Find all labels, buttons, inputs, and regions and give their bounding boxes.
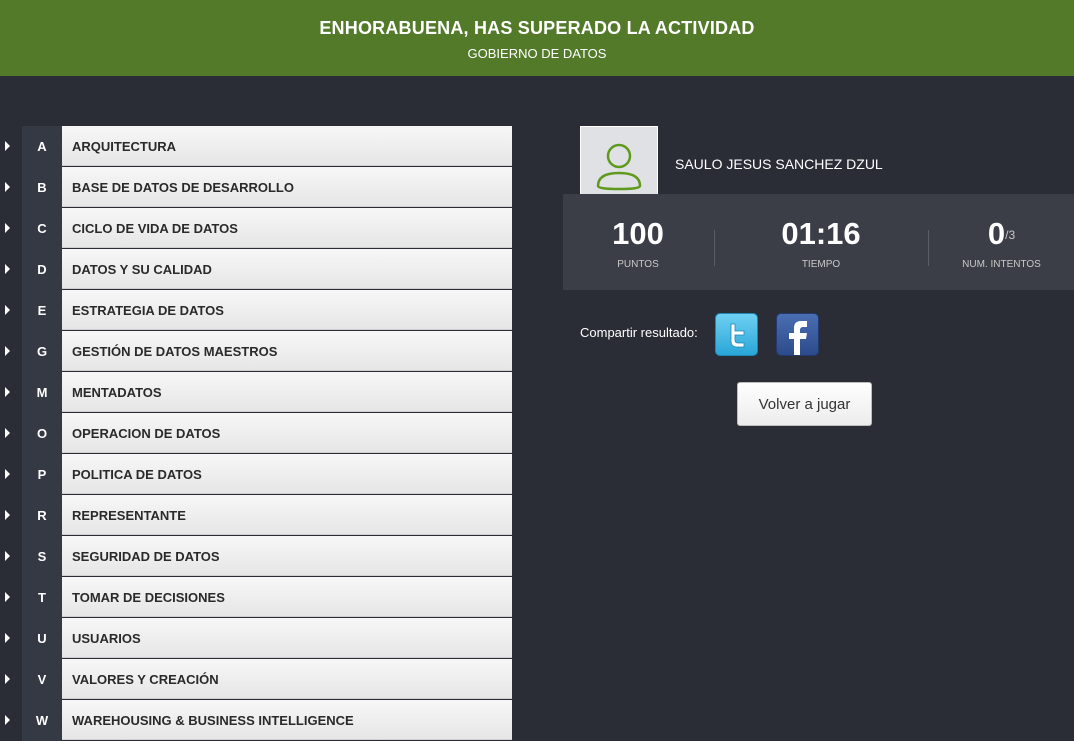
category-label[interactable]: BASE DE DATOS DE DESARROLLO	[62, 167, 512, 207]
expand-arrow-icon[interactable]	[5, 674, 10, 684]
category-label[interactable]: SEGURIDAD DE DATOS	[62, 536, 512, 576]
list-item[interactable]: O OPERACION DE DATOS	[0, 413, 512, 454]
expand-arrow-icon[interactable]	[5, 182, 10, 192]
list-item[interactable]: W WAREHOUSING & BUSINESS INTELLIGENCE	[0, 700, 512, 741]
category-letter: P	[22, 454, 62, 495]
facebook-share-button[interactable]	[776, 313, 819, 356]
category-label[interactable]: CICLO DE VIDA DE DATOS	[62, 208, 512, 248]
attempts-value: 0	[987, 216, 1006, 251]
expand-arrow-icon[interactable]	[5, 592, 10, 602]
points-value: 100	[612, 216, 664, 251]
category-letter: U	[22, 618, 62, 659]
result-title: ENHORABUENA, HAS SUPERADO LA ACTIVIDAD	[319, 18, 755, 38]
list-item[interactable]: A ARQUITECTURA	[0, 126, 512, 167]
list-item[interactable]: R REPRESENTANTE	[0, 495, 512, 536]
list-item[interactable]: C CICLO DE VIDA DE DATOS	[0, 208, 512, 249]
player-name: SAULO JESUS SANCHEZ DZUL	[675, 156, 883, 172]
expand-arrow-icon[interactable]	[5, 346, 10, 356]
expand-arrow-icon[interactable]	[5, 387, 10, 397]
attempts-value-wrap: 0/3	[929, 216, 1074, 252]
activity-subtitle: GOBIERNO DE DATOS	[467, 46, 607, 61]
category-letter: M	[22, 372, 62, 413]
category-letter: C	[22, 208, 62, 249]
expand-arrow-icon[interactable]	[5, 510, 10, 520]
category-letter: G	[22, 331, 62, 372]
list-item[interactable]: P POLITICA DE DATOS	[0, 454, 512, 495]
attempts-max: /3	[1005, 228, 1016, 242]
category-label[interactable]: USUARIOS	[62, 618, 512, 658]
category-label[interactable]: DATOS Y SU CALIDAD	[62, 249, 512, 289]
points-stat: 100 PUNTOS	[563, 194, 713, 290]
stats-panel: 100 PUNTOS 01:16 TIEMPO 0/3 NUM. INTENTO…	[563, 194, 1074, 290]
play-again-button[interactable]: Volver a jugar	[737, 382, 872, 426]
expand-arrow-icon[interactable]	[5, 551, 10, 561]
category-label[interactable]: WAREHOUSING & BUSINESS INTELLIGENCE	[62, 700, 512, 740]
category-label[interactable]: GESTIÓN DE DATOS MAESTROS	[62, 331, 512, 371]
time-stat: 01:16 TIEMPO	[715, 194, 927, 290]
attempts-label: NUM. INTENTOS	[962, 259, 1041, 270]
expand-arrow-icon[interactable]	[5, 715, 10, 725]
expand-arrow-icon[interactable]	[5, 428, 10, 438]
points-label: PUNTOS	[617, 259, 659, 270]
expand-arrow-icon[interactable]	[5, 469, 10, 479]
list-item[interactable]: V VALORES Y CREACIÓN	[0, 659, 512, 700]
time-value: 01:16	[781, 216, 861, 251]
attempts-stat: 0/3 NUM. INTENTOS	[929, 194, 1074, 290]
category-letter: S	[22, 536, 62, 577]
category-label[interactable]: MENTADATOS	[62, 372, 512, 412]
list-item[interactable]: U USUARIOS	[0, 618, 512, 659]
expand-arrow-icon[interactable]	[5, 264, 10, 274]
list-item[interactable]: D DATOS Y SU CALIDAD	[0, 249, 512, 290]
list-item[interactable]: T TOMAR DE DECISIONES	[0, 577, 512, 618]
category-letter: A	[22, 126, 62, 167]
category-letter: W	[22, 700, 62, 741]
category-label[interactable]: ARQUITECTURA	[62, 126, 512, 166]
category-letter: D	[22, 249, 62, 290]
category-label[interactable]: ESTRATEGIA DE DATOS	[62, 290, 512, 330]
result-header: ENHORABUENA, HAS SUPERADO LA ACTIVIDAD G…	[0, 0, 1074, 76]
category-letter: T	[22, 577, 62, 618]
list-item[interactable]: S SEGURIDAD DE DATOS	[0, 536, 512, 577]
expand-arrow-icon[interactable]	[5, 223, 10, 233]
category-letter: B	[22, 167, 62, 208]
expand-arrow-icon[interactable]	[5, 305, 10, 315]
share-label: Compartir resultado:	[580, 325, 698, 340]
category-letter: V	[22, 659, 62, 700]
list-item[interactable]: G GESTIÓN DE DATOS MAESTROS	[0, 331, 512, 372]
twitter-share-button[interactable]	[715, 313, 758, 356]
category-label[interactable]: OPERACION DE DATOS	[62, 413, 512, 453]
list-item[interactable]: E ESTRATEGIA DE DATOS	[0, 290, 512, 331]
category-label[interactable]: TOMAR DE DECISIONES	[62, 577, 512, 617]
category-label[interactable]: REPRESENTANTE	[62, 495, 512, 535]
category-letter: R	[22, 495, 62, 536]
time-label: TIEMPO	[801, 259, 841, 270]
category-letter: O	[22, 413, 62, 454]
user-icon	[596, 143, 642, 191]
category-label[interactable]: VALORES Y CREACIÓN	[62, 659, 512, 699]
twitter-icon	[730, 323, 744, 347]
list-item[interactable]: M MENTADATOS	[0, 372, 512, 413]
list-item[interactable]: B BASE DE DATOS DE DESARROLLO	[0, 167, 512, 208]
category-letter: E	[22, 290, 62, 331]
category-label[interactable]: POLITICA DE DATOS	[62, 454, 512, 494]
expand-arrow-icon[interactable]	[5, 141, 10, 151]
expand-arrow-icon[interactable]	[5, 633, 10, 643]
facebook-icon	[788, 321, 807, 355]
category-list: A ARQUITECTURA B BASE DE DATOS DE DESARROLL…	[0, 126, 512, 741]
